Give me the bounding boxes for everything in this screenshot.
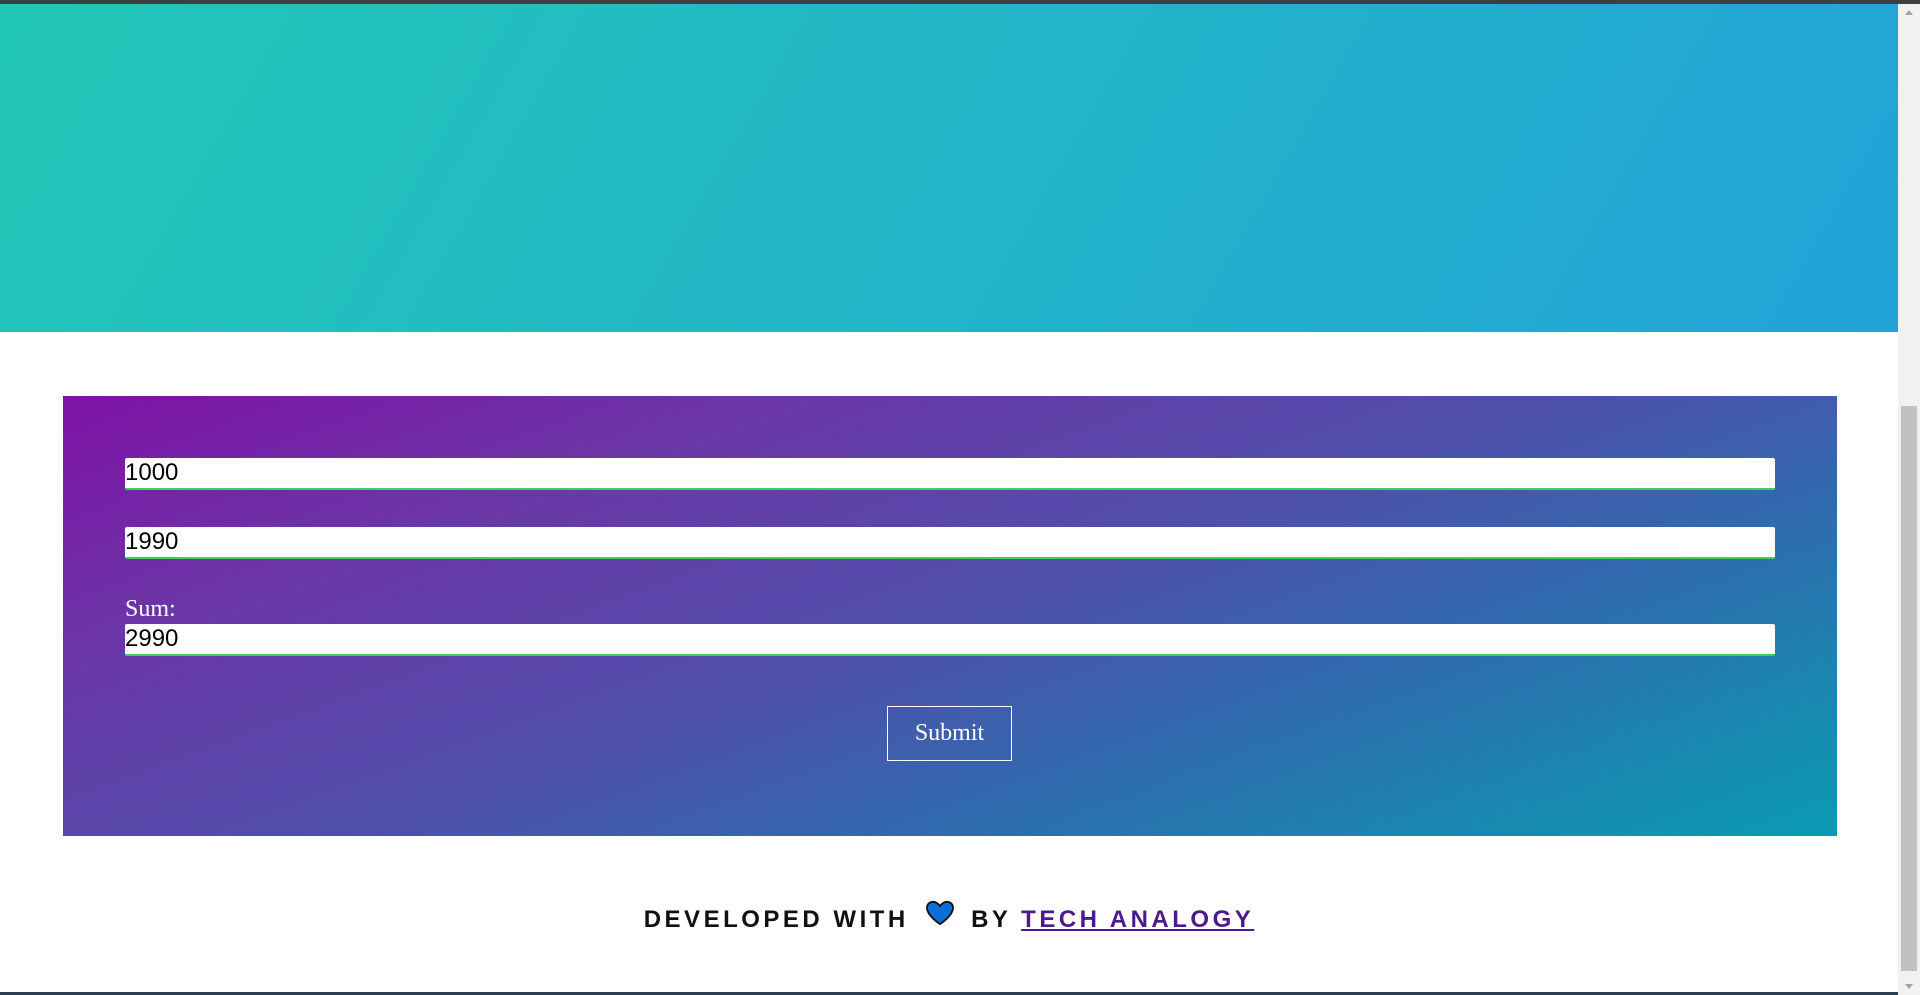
vertical-scrollbar[interactable] — [1898, 4, 1920, 995]
scrollbar-thumb[interactable] — [1901, 406, 1917, 971]
footer-developed-with-text: DEVELOPED WITH — [643, 905, 909, 933]
calculator-form-panel: Sum: Submit — [63, 396, 1837, 836]
tech-analogy-link[interactable]: TECH ANALOGY — [1021, 906, 1254, 933]
sum-output-field[interactable] — [125, 624, 1775, 656]
scroll-up-arrow-icon[interactable] — [1898, 4, 1920, 21]
footer: DEVELOPED WITH BY TECH ANALOGY — [0, 900, 1898, 941]
footer-by-text: BY — [971, 905, 1011, 933]
scroll-down-arrow-icon[interactable] — [1898, 978, 1920, 995]
first-number-input[interactable] — [125, 458, 1775, 490]
submit-button[interactable]: Submit — [887, 706, 1012, 761]
hero-banner — [0, 4, 1898, 332]
sum-label: Sum: — [125, 596, 176, 622]
heart-icon — [925, 900, 955, 937]
second-number-input[interactable] — [125, 527, 1775, 559]
